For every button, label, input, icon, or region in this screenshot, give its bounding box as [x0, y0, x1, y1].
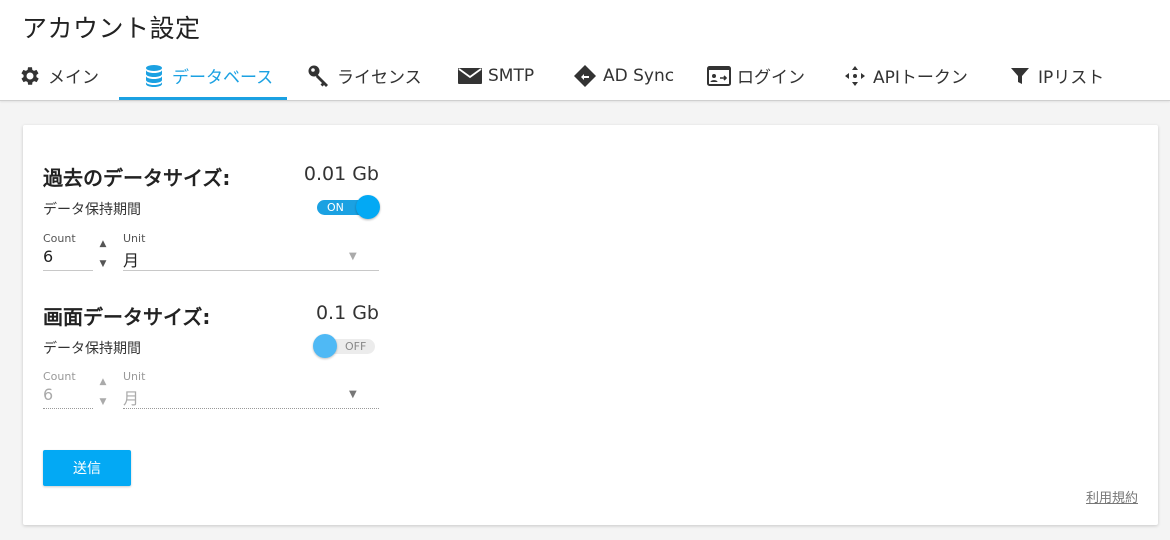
envelope-icon: [458, 64, 482, 88]
key-icon: [307, 64, 331, 88]
history-retention-toggle[interactable]: ON: [317, 194, 380, 220]
chevron-down-icon[interactable]: ▼: [349, 251, 357, 262]
toggle-text: ON: [327, 201, 344, 214]
sync-diamond-icon: [573, 64, 597, 88]
screen-retention-toggle[interactable]: OFF: [313, 333, 379, 359]
tab-api-token[interactable]: APIトークン: [843, 50, 968, 101]
tab-label: データベース: [172, 68, 274, 88]
gear-icon: [18, 64, 42, 88]
api-arrows-icon: [843, 64, 867, 88]
tab-label: ライセンス: [337, 68, 422, 88]
toggle-text: OFF: [345, 340, 367, 353]
tab-label: IPリスト: [1038, 68, 1105, 88]
screen-count-label: Count: [43, 370, 76, 383]
history-size-value: 0.01 Gb: [303, 163, 379, 185]
toggle-knob: [356, 195, 380, 219]
screen-unit-select: 月: [123, 389, 140, 408]
tab-login[interactable]: ログイン: [707, 50, 805, 101]
screen-size-title: 画面データサイズ:: [43, 305, 211, 329]
screen-unit-underline: [123, 408, 379, 409]
count-up-arrow-icon[interactable]: ▲: [97, 239, 109, 250]
database-icon: [142, 64, 166, 88]
history-unit-underline: [123, 270, 379, 271]
tab-smtp[interactable]: SMTP: [458, 50, 534, 101]
tab-label: SMTP: [488, 65, 535, 86]
tab-label: AD Sync: [603, 65, 675, 86]
screen-count-input: 6: [43, 385, 54, 404]
count-down-arrow-icon: ▼: [99, 397, 107, 407]
history-retention-label: データ保持期間: [43, 202, 141, 218]
history-count-underline: [43, 270, 93, 271]
chevron-down-icon: ▼: [349, 389, 357, 400]
tab-ad-sync[interactable]: AD Sync: [573, 50, 674, 101]
submit-button[interactable]: 送信: [43, 450, 131, 486]
count-up-arrow-icon: ▲: [99, 377, 107, 387]
header-bar: アカウント設定 メイン データベース ライセンス SMTP AD Sync ログ…: [0, 0, 1170, 101]
page-title: アカウント設定: [22, 14, 201, 43]
count-down-arrow-icon[interactable]: ▼: [97, 259, 109, 270]
history-count-input[interactable]: 6: [43, 247, 53, 266]
history-unit-select[interactable]: 月: [123, 247, 139, 271]
tab-ip-list[interactable]: IPリスト: [1008, 50, 1104, 101]
tab-label: メイン: [48, 68, 99, 88]
login-card-icon: [707, 64, 731, 88]
filter-icon: [1008, 64, 1032, 88]
toggle-knob: [313, 334, 337, 358]
active-tab-indicator: [119, 97, 287, 100]
database-settings-card: 過去のデータサイズ: 0.01 Gb データ保持期間 ON Count 6 ▲ …: [23, 125, 1158, 525]
history-size-title: 過去のデータサイズ:: [43, 166, 231, 190]
tab-main[interactable]: メイン: [18, 50, 99, 101]
tab-bar: メイン データベース ライセンス SMTP AD Sync ログイン APIトー…: [0, 50, 1170, 101]
screen-size-value: 0.1 Gb: [315, 302, 379, 324]
screen-count-underline: [43, 408, 93, 409]
screen-unit-label: Unit: [123, 370, 146, 383]
history-count-label: Count: [43, 232, 76, 245]
tab-database[interactable]: データベース: [142, 50, 273, 101]
tab-label: APIトークン: [873, 68, 968, 88]
tab-label: ログイン: [737, 68, 805, 88]
screen-retention-label: データ保持期間: [43, 341, 141, 357]
terms-of-use-link[interactable]: 利用規約: [1086, 487, 1138, 506]
tab-license[interactable]: ライセンス: [307, 50, 422, 101]
history-unit-label: Unit: [123, 232, 146, 245]
